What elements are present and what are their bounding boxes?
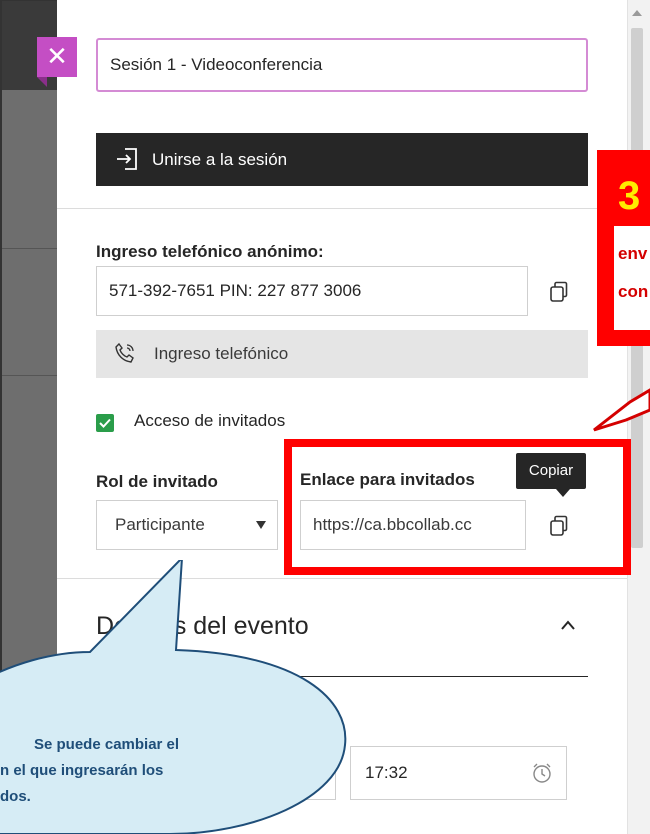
guest-role-heading: Rol de invitado xyxy=(96,472,218,491)
guest-access-label: Acceso de invitados xyxy=(134,411,286,430)
background-divider xyxy=(0,248,57,249)
copy-icon[interactable] xyxy=(549,281,569,303)
bubble-text-line: Se puede cambiar el xyxy=(34,736,180,753)
check-icon xyxy=(99,418,111,428)
guest-role-value: Participante xyxy=(115,515,205,534)
phone-join-label: Ingreso telefónico xyxy=(154,344,289,363)
callout-pointer xyxy=(593,388,650,432)
phone-heading: Ingreso telefónico anónimo: xyxy=(96,242,324,261)
step-text-line: env xyxy=(618,244,648,263)
guest-role-select[interactable]: Participante xyxy=(96,500,278,550)
background-divider xyxy=(0,375,57,376)
step-callout-body: env con xyxy=(614,226,650,330)
join-session-label: Unirse a la sesión xyxy=(152,150,288,169)
close-button-fold xyxy=(37,77,47,87)
dropdown-arrow-icon xyxy=(256,521,266,529)
phone-join-button[interactable]: Ingreso telefónico xyxy=(96,330,588,378)
bubble-text-line: dos. xyxy=(0,788,31,805)
guest-link-highlight xyxy=(284,439,631,575)
phone-number-field[interactable]: 571-392-7651 PIN: 227 877 3006 xyxy=(96,266,528,316)
step-text-line: con xyxy=(618,282,649,301)
session-title-input[interactable]: Sesión 1 - Videoconferencia xyxy=(96,38,588,92)
phone-icon xyxy=(115,342,134,363)
clock-icon xyxy=(533,763,551,783)
chevron-up-icon[interactable] xyxy=(561,619,575,633)
section-divider xyxy=(57,208,627,209)
close-icon: ✕ xyxy=(46,41,68,71)
guest-access-checkbox[interactable] xyxy=(96,414,114,432)
event-time-field[interactable]: 17:32 xyxy=(350,746,567,800)
close-button[interactable]: ✕ xyxy=(37,37,77,77)
join-icon xyxy=(117,148,137,170)
speech-bubble xyxy=(0,560,347,834)
step-number: 3 xyxy=(618,174,641,218)
scroll-up-arrow-icon[interactable] xyxy=(632,10,642,16)
event-time-value: 17:32 xyxy=(365,763,408,782)
join-session-button[interactable]: Unirse a la sesión xyxy=(96,133,588,186)
bubble-text-line: n el que ingresarán los xyxy=(0,762,164,779)
